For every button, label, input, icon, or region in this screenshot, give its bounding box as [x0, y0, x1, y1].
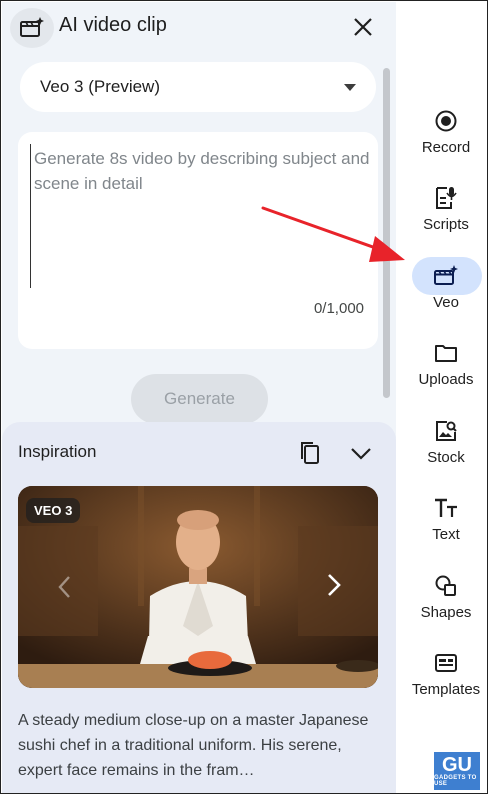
chevron-right-icon[interactable]: [318, 570, 348, 600]
inspiration-description: A steady medium close-up on a master Jap…: [18, 712, 369, 779]
ai-video-clip-panel: AI video clip Veo 3 (Preview) 0/1,000 Ge…: [2, 2, 396, 794]
folder-icon: [434, 339, 458, 367]
inspiration-video[interactable]: VEO 3: [18, 486, 378, 688]
rail-label: Record: [421, 139, 471, 156]
veo-badge: VEO 3: [26, 498, 81, 523]
rail-item-text[interactable]: Text: [404, 494, 488, 543]
rail-label: Uploads: [418, 371, 474, 388]
watermark-text: GADGETS TO USE: [434, 775, 477, 787]
copy-icon[interactable]: [298, 440, 322, 466]
rail-label: Shapes: [420, 604, 472, 621]
scrollbar[interactable]: [383, 68, 390, 398]
model-select[interactable]: Veo 3 (Preview): [20, 62, 376, 112]
rail-label: Stock: [427, 449, 465, 466]
rail-label: Text: [432, 526, 460, 543]
close-icon[interactable]: [348, 12, 378, 42]
caret-down-icon: [344, 83, 356, 91]
inspiration-title: Inspiration: [18, 442, 97, 461]
generate-button[interactable]: Generate: [131, 374, 268, 424]
rail-label: Veo: [433, 294, 459, 311]
prompt-input[interactable]: [30, 144, 372, 288]
watermark-mark: GU: [442, 754, 472, 776]
rail-label: Scripts: [423, 216, 469, 233]
character-counter: 0/1,000: [313, 300, 364, 317]
shapes-icon: [434, 572, 458, 600]
chevron-left-icon[interactable]: [54, 572, 76, 602]
chevron-down-icon[interactable]: [348, 440, 374, 466]
rail-item-record[interactable]: Record: [404, 107, 488, 156]
record-icon: [434, 107, 458, 135]
script-mic-icon: [434, 184, 458, 212]
stock-image-search-icon: [434, 417, 458, 445]
rail-item-stock[interactable]: Stock: [404, 417, 488, 466]
video-sparkle-icon: [10, 8, 54, 48]
templates-icon: [434, 649, 458, 677]
rail-label: Templates: [411, 681, 481, 698]
gadgets-to-use-watermark: GU GADGETS TO USE: [434, 752, 480, 790]
rail-item-templates[interactable]: Templates: [404, 649, 488, 698]
panel-title: AI video clip: [59, 14, 167, 36]
rail-item-scripts[interactable]: Scripts: [404, 184, 488, 233]
text-tt-icon: [433, 494, 459, 522]
model-select-value: Veo 3 (Preview): [40, 77, 160, 96]
rail-item-shapes[interactable]: Shapes: [404, 572, 488, 621]
rail-item-uploads[interactable]: Uploads: [404, 339, 488, 388]
rail-item-veo[interactable]: Veo: [404, 262, 488, 311]
inspiration-section: Inspiration VEO 3 A steady medium close-…: [2, 422, 396, 794]
prompt-box: 0/1,000: [18, 132, 378, 349]
clapperboard-sparkle-icon: [433, 262, 459, 290]
